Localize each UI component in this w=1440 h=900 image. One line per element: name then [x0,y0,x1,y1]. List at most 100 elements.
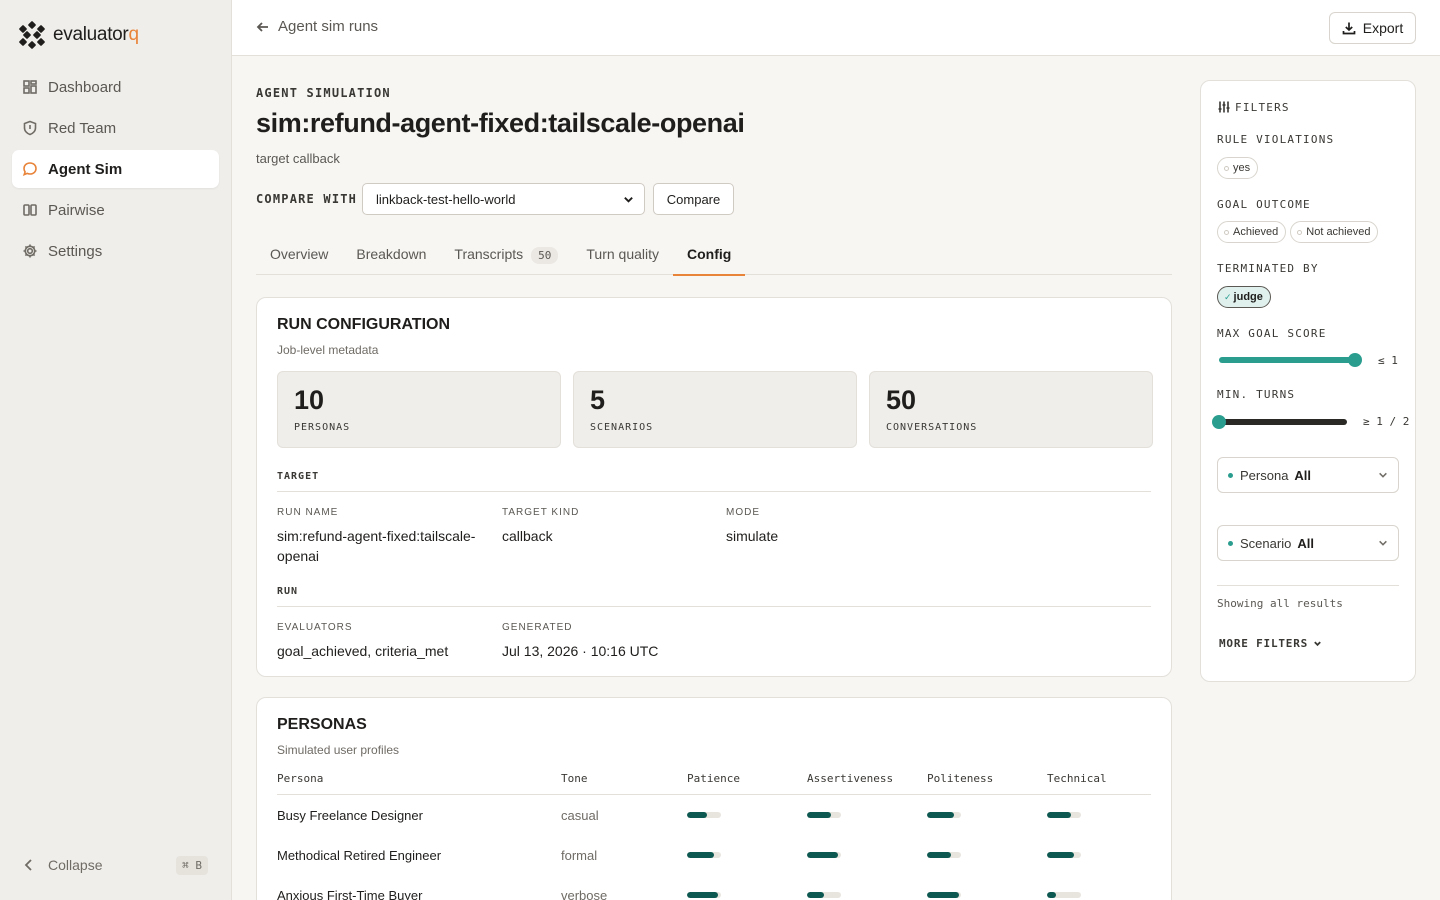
kv-key: TARGET KIND [502,507,580,518]
table-row[interactable]: Anxious First-Time Buyer verbose [277,875,1151,900]
logo-text: evaluatorq [53,23,139,45]
meter-fill [1047,812,1071,818]
technical-meter [1047,852,1081,858]
sidebar: evaluatorq Dashboard Red Team Agent Sim … [0,0,232,900]
stat-scenarios: 5 SCENARIOS [573,371,857,448]
logo[interactable]: evaluatorq [18,20,139,50]
check-icon: ✓ [1224,291,1232,302]
stat-conversations: 50 CONVERSATIONS [869,371,1153,448]
chip-judge[interactable]: ✓ judge [1217,286,1271,308]
meter-fill [807,852,838,858]
tab-bar: Overview Breakdown Transcripts 50 Turn qu… [256,239,1172,276]
technical-meter [1047,892,1081,898]
meter-fill [687,892,718,898]
main-content: AGENT SIMULATION sim:refund-agent-fixed:… [256,56,1172,900]
persona-name: Busy Freelance Designer [277,807,423,823]
kv-generated: GENERATED Jul 13, 2026 · 10:16 UTC [502,622,762,661]
chip-label: Not achieved [1306,226,1371,238]
sidebar-item-agent-sim[interactable]: Agent Sim [12,150,219,188]
tab-label: Config [687,246,732,262]
radio-dot-icon [1297,229,1303,235]
persona-dropdown[interactable]: Persona All [1217,457,1399,493]
target-section-heading: TARGET [277,471,1151,492]
compare-select[interactable]: linkback-test-hello-world [362,183,645,215]
collapse-shortcut: ⌘ B [176,855,208,875]
patience-meter [687,812,721,818]
meter-fill [687,852,715,858]
tab-label: Overview [270,246,329,262]
goal-outcome-chips: Achieved Not achieved [1217,221,1379,243]
radio-dot-icon [1224,229,1229,235]
sidebar-item-settings[interactable]: Settings [12,232,219,270]
stat-label: SCENARIOS [590,422,654,433]
collapse-button[interactable]: Collapse ⌘ B [22,852,208,878]
dropdown-label: Scenario [1240,535,1292,551]
politeness-meter [927,892,961,898]
columns-icon [23,204,37,216]
tab-transcripts[interactable]: Transcripts 50 [440,239,572,275]
chevron-down-icon [1314,641,1321,647]
min-turns-slider[interactable] [1212,415,1347,429]
arrow-left-icon [256,21,268,32]
page-subtitle: target callback [256,151,340,166]
chip-not-achieved[interactable]: Not achieved [1290,221,1379,243]
personas-card: PERSONAS Simulated user profiles Persona… [256,697,1172,900]
min-turns-label: MIN. TURNS [1217,388,1296,401]
chip-yes[interactable]: yes [1217,157,1259,179]
page-eyebrow: AGENT SIMULATION [256,86,391,100]
max-goal-score-label: MAX GOAL SCORE [1217,327,1327,340]
chip-label: Achieved [1233,226,1279,238]
scenario-dropdown[interactable]: Scenario All [1217,525,1399,561]
card-title: RUN CONFIGURATION [277,316,451,333]
rule-violations-label: RULE VIOLATIONS [1217,133,1335,146]
personas-table: Persona Tone Patience Assertiveness Poli… [277,770,1151,900]
tab-turn-quality[interactable]: Turn quality [572,239,673,275]
kv-run-name: RUN NAME sim:refund-agent-fixed:tailscal… [277,507,477,566]
stat-value: 50 [886,385,917,415]
slider-handle[interactable] [1212,415,1226,429]
status-dot-icon [1228,540,1233,546]
column-header: Patience [687,772,740,785]
more-filters-button[interactable]: MORE FILTERS [1219,637,1322,650]
max-goal-score-slider[interactable] [1219,353,1362,367]
kv-key: RUN NAME [277,507,339,518]
persona-name: Anxious First-Time Buyer [277,887,423,900]
stat-label: CONVERSATIONS [886,422,978,433]
tab-overview[interactable]: Overview [256,239,342,275]
compare-button[interactable]: Compare [653,183,734,215]
sidebar-item-dashboard[interactable]: Dashboard [12,68,219,106]
column-header: Politeness [927,772,994,785]
kv-evaluators: EVALUATORS goal_achieved, criteria_met [277,622,497,661]
column-header: Persona [277,772,324,785]
page-title: sim:refund-agent-fixed:tailscale-openai [256,108,745,138]
chip-achieved[interactable]: Achieved [1217,221,1287,243]
stat-label: PERSONAS [294,422,351,433]
more-filters-label: MORE FILTERS [1219,637,1309,650]
min-turns-value: ≥ 1 / 2 [1363,415,1410,428]
tab-breakdown[interactable]: Breakdown [342,239,440,275]
sidebar-item-label: Agent Sim [48,160,123,178]
filters-panel: FILTERS RULE VIOLATIONS yes GOAL OUTCOME… [1200,80,1416,682]
dropdown-value: All [1294,467,1312,483]
table-row[interactable]: Methodical Retired Engineer formal [277,835,1151,875]
tab-label: Breakdown [356,246,427,262]
kv-value: Jul 13, 2026 · 10:16 UTC [502,643,659,659]
back-link[interactable]: Agent sim runs [256,18,378,35]
topbar: Agent sim runs Export [232,0,1440,56]
sidebar-item-pairwise[interactable]: Pairwise [12,191,219,229]
max-goal-score-value: ≤ 1 [1378,354,1398,367]
kv-value: sim:refund-agent-fixed:tailscale-openai [277,528,476,564]
kv-target-kind: TARGET KIND callback [502,507,702,546]
table-row[interactable]: Busy Freelance Designer casual [277,795,1151,835]
politeness-meter [927,812,961,818]
meter-fill [1047,892,1056,898]
meter-fill [687,812,708,818]
export-button[interactable]: Export [1329,12,1416,44]
chevron-down-icon [1379,472,1387,478]
politeness-meter [927,852,961,858]
sidebar-item-red-team[interactable]: Red Team [12,109,219,147]
shield-icon [23,120,37,136]
slider-handle[interactable] [1348,353,1362,367]
filters-title: FILTERS [1217,100,1290,114]
tab-config[interactable]: Config [673,239,746,276]
